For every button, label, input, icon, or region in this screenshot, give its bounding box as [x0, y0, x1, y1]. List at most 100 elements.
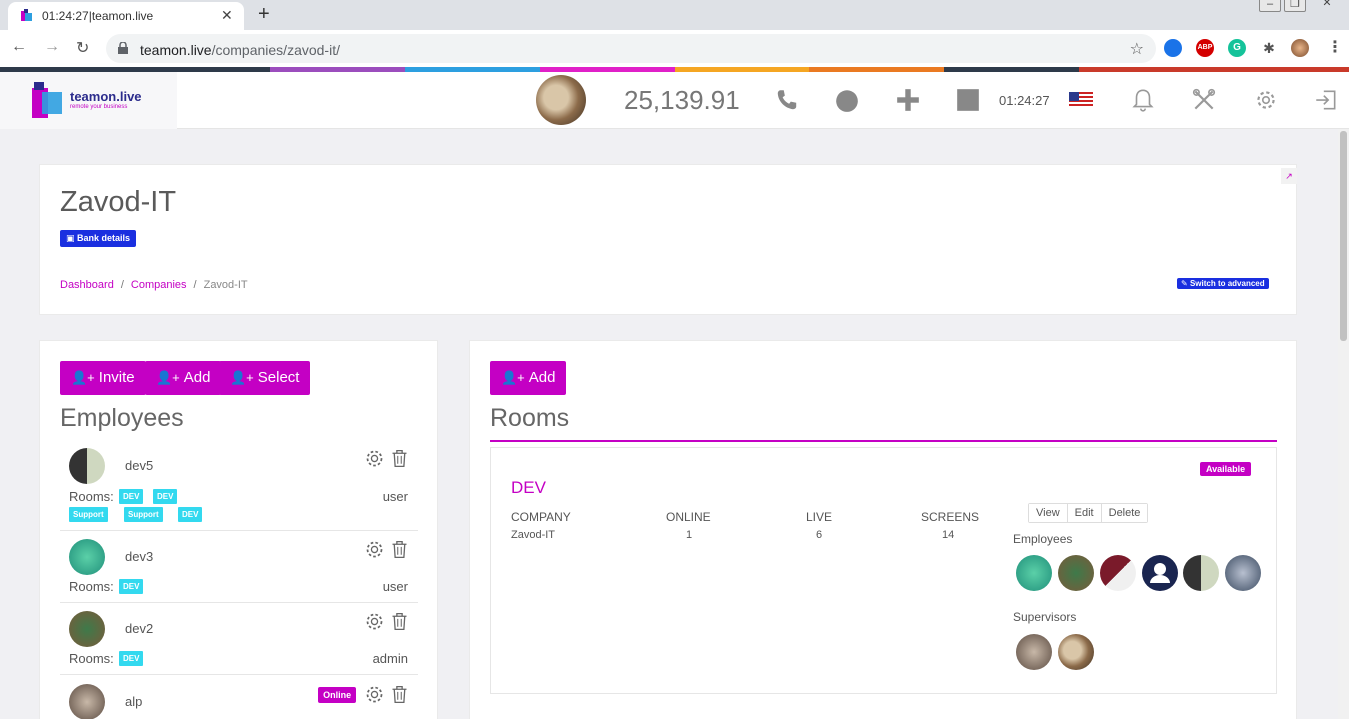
stat-value-screens: 14 — [942, 529, 955, 541]
phone-icon[interactable] — [774, 87, 800, 113]
scrollbar-thumb[interactable] — [1340, 131, 1347, 341]
url-bar[interactable]: teamon.live/companies/zavod-it/ ☆ — [106, 34, 1156, 63]
gear-icon[interactable] — [364, 684, 385, 705]
stat-value-online: 1 — [686, 529, 693, 541]
edit-room-button[interactable]: Edit — [1067, 504, 1102, 522]
breadcrumb-current: Zavod-IT — [203, 279, 248, 291]
breadcrumb-companies[interactable]: Companies — [131, 279, 187, 291]
view-room-button[interactable]: View — [1029, 504, 1068, 522]
bookmark-star-icon[interactable]: ☆ — [1130, 39, 1144, 59]
stop-icon[interactable] — [955, 87, 981, 113]
restore-window-icon[interactable]: ❐ — [1284, 0, 1306, 12]
switch-to-advanced-button[interactable]: ✎ Switch to advanced — [1177, 278, 1269, 289]
gear-icon[interactable] — [364, 539, 385, 560]
invite-button[interactable]: 👤+ Invite — [60, 361, 146, 395]
bell-icon[interactable] — [1130, 87, 1156, 113]
reload-icon[interactable]: ↻ — [76, 38, 89, 58]
back-icon[interactable]: ← — [11, 38, 27, 56]
employees-card: 👤+ Invite 👤+ Add 👤+ Select Employees dev5 R… — [39, 340, 438, 719]
expand-arrow-icon[interactable]: ↗ — [1281, 168, 1297, 184]
trash-icon[interactable] — [389, 684, 410, 705]
avatar[interactable] — [1016, 634, 1052, 670]
user-avatar[interactable] — [536, 75, 586, 125]
gear-icon[interactable] — [364, 448, 385, 469]
room-supervisors-label: Supervisors — [1013, 610, 1077, 624]
room-tag[interactable]: Support — [69, 507, 108, 522]
stat-label-screens: SCREENS — [921, 510, 980, 524]
avatar[interactable] — [69, 684, 105, 719]
tools-icon[interactable] — [1191, 87, 1217, 113]
avatar[interactable] — [1016, 555, 1052, 591]
add-room-button[interactable]: 👤+ Add — [490, 361, 567, 395]
select-label: Select — [257, 369, 300, 386]
room-tag[interactable]: DEV — [178, 507, 203, 522]
stat-value-live: 6 — [816, 529, 823, 541]
room-name[interactable]: DEV — [511, 478, 546, 498]
close-window-icon[interactable]: ✕ — [1316, 0, 1338, 12]
user-silhouette-icon — [1150, 563, 1170, 583]
employee-row: dev2 Rooms: admin DEV — [60, 611, 418, 675]
employee-row: dev5 Rooms: user DEV DEV Support Support… — [60, 448, 418, 531]
adblock-extension-icon[interactable]: ABP — [1196, 39, 1214, 57]
delete-room-button[interactable]: Delete — [1101, 504, 1148, 522]
forward-icon[interactable]: → — [44, 38, 60, 56]
us-flag-icon[interactable] — [1069, 92, 1093, 108]
avatar[interactable] — [1058, 634, 1094, 670]
rooms-divider — [490, 440, 1277, 442]
page-scrollbar[interactable] — [1338, 129, 1349, 719]
trash-icon[interactable] — [389, 611, 410, 632]
room-employees-label: Employees — [1013, 532, 1073, 546]
browser-tab[interactable]: 01:24:27|teamon.live ✕ — [8, 2, 244, 30]
avatar[interactable] — [1142, 555, 1178, 591]
room-tag[interactable]: DEV — [153, 489, 178, 504]
room-tag[interactable]: Support — [124, 507, 163, 522]
logo[interactable]: teamon.live remote your business — [0, 72, 177, 129]
employee-role: admin — [372, 651, 408, 666]
gear-icon[interactable] — [364, 611, 385, 632]
employee-actions: Online — [318, 684, 410, 705]
room-tag[interactable]: DEV — [119, 579, 144, 594]
employee-name[interactable]: alp — [125, 694, 142, 709]
record-icon[interactable] — [834, 87, 860, 113]
money-icon: ▣ — [66, 233, 78, 243]
settings-gear-icon[interactable] — [1253, 87, 1279, 113]
avatar[interactable] — [1100, 555, 1136, 591]
add-user-icon: 👤+ — [71, 370, 95, 385]
avatar[interactable] — [69, 448, 105, 484]
switch-label: Switch to advanced — [1189, 279, 1265, 288]
grammarly-extension-icon[interactable]: G — [1228, 39, 1246, 57]
avatar[interactable] — [69, 539, 105, 575]
rooms-label: Rooms: — [69, 489, 114, 504]
plus-icon[interactable] — [895, 87, 921, 113]
employee-name[interactable]: dev3 — [125, 549, 153, 564]
avatar[interactable] — [69, 611, 105, 647]
bank-details-button[interactable]: ▣ Bank details — [60, 230, 137, 247]
extension-1-icon[interactable] — [1164, 39, 1182, 57]
add-label: Add — [183, 369, 211, 386]
add-employee-button[interactable]: 👤+ Add — [145, 361, 222, 395]
room-tag[interactable]: DEV — [119, 489, 144, 504]
stat-label-online: ONLINE — [666, 510, 711, 524]
room-tag[interactable]: DEV — [119, 651, 144, 666]
profile-avatar[interactable] — [1291, 39, 1309, 57]
new-tab-icon[interactable]: + — [258, 3, 270, 26]
employee-name[interactable]: dev2 — [125, 621, 153, 636]
bank-details-label: Bank details — [77, 233, 131, 243]
browser-menu-icon[interactable]: ⋮ — [1327, 37, 1343, 57]
select-employee-button[interactable]: 👤+ Select — [219, 361, 311, 395]
close-tab-icon[interactable]: ✕ — [221, 7, 233, 24]
logout-icon[interactable] — [1313, 87, 1339, 113]
trash-icon[interactable] — [389, 448, 410, 469]
company-header-card: Zavod-IT ▣ Bank details Dashboard / Compan… — [39, 164, 1297, 315]
extensions-puzzle-icon[interactable]: ✱ — [1260, 39, 1278, 57]
avatar[interactable] — [1183, 555, 1219, 591]
trash-icon[interactable] — [389, 539, 410, 560]
employee-name[interactable]: dev5 — [125, 458, 153, 473]
breadcrumb-dashboard[interactable]: Dashboard — [60, 279, 114, 291]
breadcrumb: Dashboard / Companies / Zavod-IT — [60, 279, 248, 291]
stat-label-live: LIVE — [806, 510, 833, 524]
avatar[interactable] — [1058, 555, 1094, 591]
minimize-window-icon[interactable]: – — [1259, 0, 1281, 12]
avatar[interactable] — [1225, 555, 1261, 591]
page-title: Zavod-IT — [60, 186, 177, 218]
